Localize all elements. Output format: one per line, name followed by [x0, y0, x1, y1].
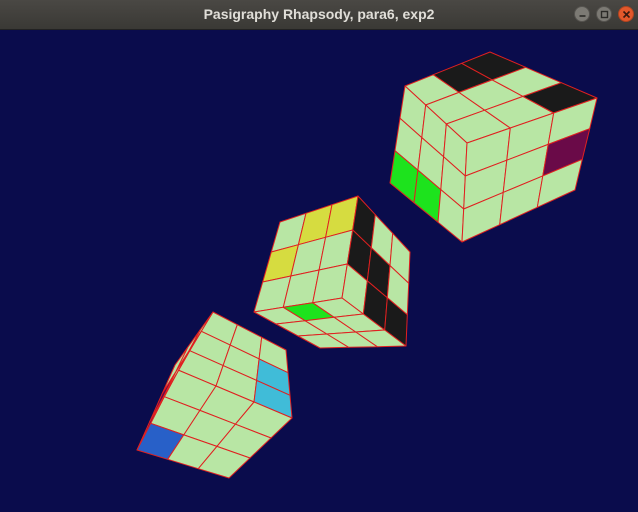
title-bar[interactable]: Pasigraphy Rhapsody, para6, exp2	[0, 0, 638, 30]
close-icon	[622, 10, 631, 19]
cube-right[interactable]	[389, 51, 598, 243]
window-title: Pasigraphy Rhapsody, para6, exp2	[203, 6, 435, 22]
cube-left[interactable]	[136, 311, 293, 479]
minimize-icon	[579, 15, 586, 17]
minimize-button[interactable]	[574, 6, 590, 22]
maximize-button[interactable]	[596, 6, 612, 22]
render-viewport[interactable]	[0, 30, 638, 512]
cube-scene	[136, 51, 598, 479]
app-window: Pasigraphy Rhapsody, para6, exp2	[0, 0, 638, 512]
cube-middle[interactable]	[253, 195, 411, 349]
maximize-icon	[600, 10, 609, 19]
close-button[interactable]	[618, 6, 634, 22]
